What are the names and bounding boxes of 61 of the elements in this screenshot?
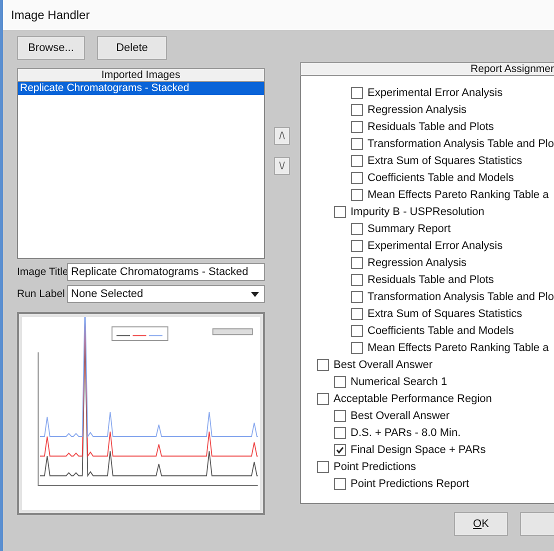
checkbox[interactable]	[350, 138, 362, 150]
toolbar-button[interactable]: Delete	[97, 36, 167, 60]
dropdown-arrow-icon[interactable]	[250, 292, 259, 296]
tree-item-label[interactable]: Experimental Error Analysis	[368, 86, 503, 98]
list-header: Imported Images	[17, 68, 265, 82]
checkbox[interactable]	[334, 206, 346, 218]
tree-item-label[interactable]: Coefficients Table and Models	[368, 324, 514, 336]
checkbox[interactable]	[350, 188, 362, 200]
checkbox[interactable]	[350, 308, 362, 320]
checkbox[interactable]	[350, 274, 362, 286]
checkbox[interactable]	[350, 342, 362, 354]
checkbox[interactable]	[350, 86, 362, 98]
tree-item-label[interactable]: Summary Report	[368, 222, 451, 234]
tree-item-label[interactable]: Impurity B - USPResolution	[350, 206, 484, 218]
tree-item-label[interactable]: Transformation Analysis Table and Plo	[368, 290, 554, 302]
tree-item-label[interactable]: D.S. + PARs - 8.0 Min.	[350, 426, 461, 438]
tree-item-label[interactable]: Final Design Space + PARs	[350, 444, 486, 456]
tree-item-label[interactable]: Extra Sum of Squares Statistics	[368, 154, 522, 166]
list-header: Report Assignmer	[300, 62, 554, 76]
input-field[interactable]: Replicate Chromatograms - Stacked	[67, 263, 265, 281]
tree-item-label[interactable]: Transformation Analysis Table and Plo	[368, 138, 554, 150]
tree-item-label[interactable]: Residuals Table and Plots	[368, 120, 494, 132]
checkbox[interactable]	[316, 358, 328, 370]
dropdown[interactable]: None Selected	[67, 285, 265, 303]
tree-item-label[interactable]: Acceptable Performance Region	[334, 392, 492, 404]
tree-item-label[interactable]: Experimental Error Analysis	[368, 240, 503, 252]
checkbox[interactable]	[334, 410, 346, 422]
tree-item-label[interactable]: Point Predictions Report	[350, 478, 470, 490]
checkbox[interactable]	[334, 444, 346, 456]
move-up-button[interactable]: /\	[274, 127, 290, 145]
checkbox[interactable]	[350, 256, 362, 268]
move-down-button[interactable]: \/	[274, 157, 290, 175]
tree-item-label[interactable]: Point Predictions	[334, 460, 416, 472]
tree-item-label[interactable]: Best Overall Answer	[350, 410, 450, 422]
checkbox[interactable]	[350, 240, 362, 252]
checkbox[interactable]	[316, 460, 328, 472]
tree-item-label[interactable]: Mean Effects Pareto Ranking Table a	[368, 342, 549, 354]
tree-item-label[interactable]: Residuals Table and Plots	[368, 274, 494, 286]
window-title: Image Handler	[3, 0, 554, 30]
tree-item-label[interactable]: Regression Analysis	[368, 256, 467, 268]
checkbox[interactable]	[350, 172, 362, 184]
tree-item-label[interactable]: Regression Analysis	[368, 104, 467, 116]
tree-item-label[interactable]: Numerical Search 1	[350, 376, 448, 388]
checkbox[interactable]	[350, 120, 362, 132]
dialog-button[interactable]: OK	[454, 512, 508, 536]
tree-item-label[interactable]: Extra Sum of Squares Statistics	[368, 308, 522, 320]
checkbox[interactable]	[316, 392, 328, 404]
tree-item-label[interactable]: Coefficients Table and Models	[368, 172, 514, 184]
tree-item-label[interactable]: Best Overall Answer	[334, 358, 433, 370]
checkbox[interactable]	[350, 104, 362, 116]
checkbox[interactable]	[334, 426, 346, 438]
tree-item-label[interactable]: Mean Effects Pareto Ranking Table a	[368, 188, 549, 200]
checkbox[interactable]	[350, 290, 362, 302]
list-item[interactable]: Replicate Chromatograms - Stacked	[18, 82, 264, 95]
field-label: Run Label	[17, 288, 66, 300]
checkbox[interactable]	[334, 376, 346, 388]
checkbox[interactable]	[334, 478, 346, 490]
checkbox[interactable]	[350, 324, 362, 336]
checkbox[interactable]	[350, 222, 362, 234]
toolbar-button[interactable]: Browse...	[17, 36, 85, 60]
checkbox[interactable]	[350, 154, 362, 166]
